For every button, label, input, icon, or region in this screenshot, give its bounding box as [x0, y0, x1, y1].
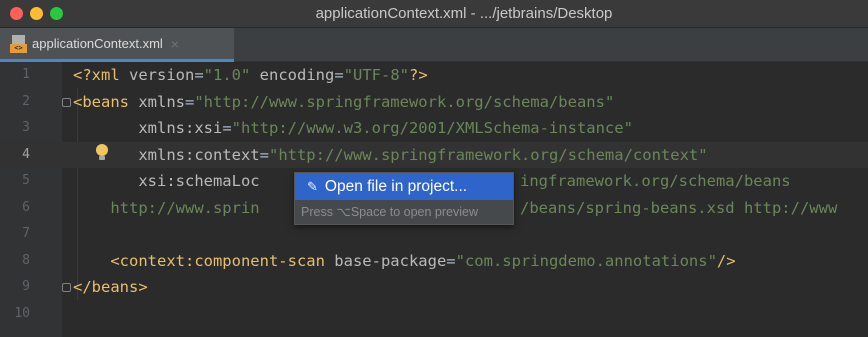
window-title: applicationContext.xml - .../jetbrains/D… — [315, 5, 613, 22]
code-text: <beans xmlns="http://www.springframework… — [73, 92, 615, 111]
code-line: 9 </beans> — [0, 274, 868, 301]
line-number: 5 — [22, 173, 30, 188]
line-number: 4 — [22, 146, 30, 162]
code-line: 10 — [0, 301, 868, 328]
close-tab-icon[interactable]: × — [171, 36, 179, 52]
code-line-current: 4 xmlns:context="http://www.springframew… — [0, 141, 868, 168]
tab-label: applicationContext.xml — [32, 36, 163, 51]
line-number: 8 — [22, 252, 30, 268]
context-popup: ✎ Open file in project... Press ⌥Space t… — [294, 172, 514, 225]
popup-hint: Press ⌥Space to open preview — [295, 200, 513, 224]
line-number: 6 — [22, 199, 30, 215]
editor-tab-bar: <> applicationContext.xml × — [0, 28, 868, 62]
code-text: <?xml version="1.0" encoding="UTF-8"?> — [73, 66, 428, 84]
code-text: xsi:schemaLoc ingframework.org/schema/bea… — [73, 172, 791, 190]
line-number: 10 — [14, 305, 30, 321]
fold-icon[interactable] — [62, 97, 71, 107]
code-text: xmlns:context="http://www.springframewor… — [73, 145, 708, 164]
title-bar: applicationContext.xml - .../jetbrains/D… — [0, 0, 868, 28]
line-number: 2 — [22, 93, 30, 109]
code-text: http://www.sprin/beans/spring-beans.xsd … — [73, 198, 838, 217]
code-line: 8 <context:component-scan base-package="… — [0, 248, 868, 275]
open-in-project-icon: ✎ — [307, 178, 318, 194]
code-line: 3 xmlns:xsi="http://www.w3.org/2001/XMLS… — [0, 115, 868, 142]
code-text: xmlns:xsi="http://www.w3.org/2001/XMLSch… — [73, 119, 633, 137]
xml-file-icon: <> — [10, 34, 28, 53]
code-line: 1 <?xml version="1.0" encoding="UTF-8"?> — [0, 62, 868, 89]
code-line: 2 <beans xmlns="http://www.springframewo… — [0, 89, 868, 116]
line-number: 1 — [22, 67, 30, 82]
line-number: 9 — [22, 279, 30, 294]
open-file-in-project-item[interactable]: ✎ Open file in project... — [295, 173, 513, 200]
code-text: </beans> — [73, 278, 148, 296]
code-text: <context:component-scan base-package="co… — [73, 251, 736, 270]
lightbulb-icon[interactable] — [96, 144, 108, 162]
tab-applicationcontext-xml[interactable]: <> applicationContext.xml × — [0, 28, 234, 62]
line-number: 3 — [22, 120, 30, 135]
line-number: 7 — [22, 226, 30, 241]
fold-icon[interactable] — [62, 283, 71, 292]
popup-item-label: Open file in project... — [324, 177, 468, 195]
